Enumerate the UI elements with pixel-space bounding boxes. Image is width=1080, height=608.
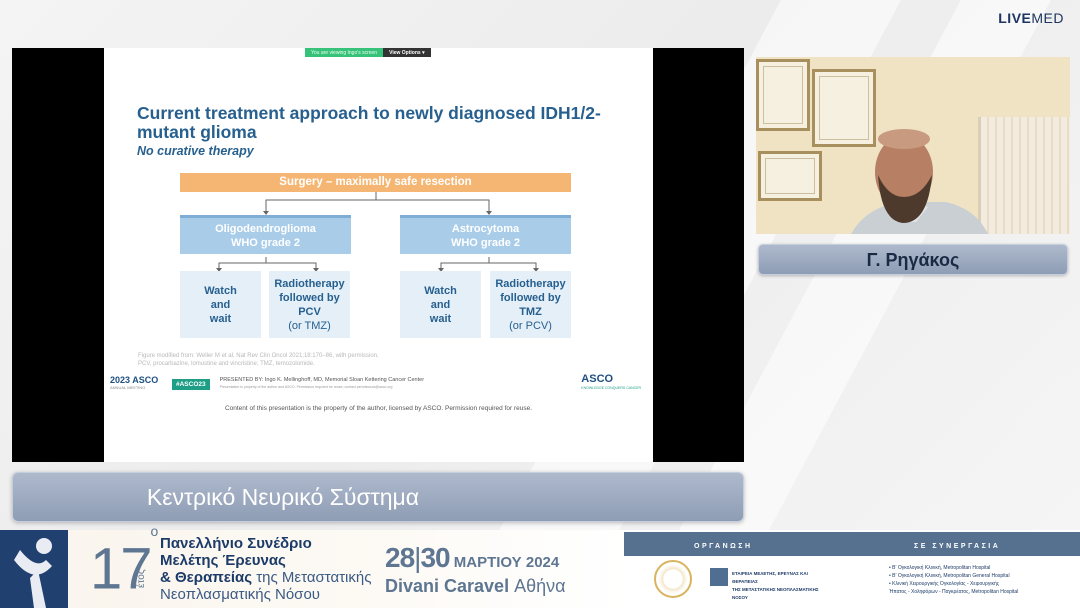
organizer-society-logo bbox=[710, 568, 728, 586]
presenter-credit: PRESENTED BY: Ingo K. Mellinghoff, MD, M… bbox=[219, 377, 425, 389]
slide-footnote: Figure modified from: Weller M et al. Na… bbox=[138, 353, 379, 367]
hashtag-badge: #ASCO23 bbox=[172, 378, 210, 390]
collaborators-list: • Β' Ογκολογική Κλινική, Metropolitan Ho… bbox=[889, 565, 1019, 595]
livemed-logo: LIVEMED bbox=[998, 10, 1064, 26]
presentation-slide: You are viewing Ingo's screen View Optio… bbox=[104, 48, 653, 462]
organizer-society-name: ΕΤΑΙΡΕΙΑ ΜΕΛΕΤΗΣ, ΕΡΕΥΝΑΣ ΚΑΙ ΘΕΡΑΠΕΙΑΣ Τ… bbox=[732, 571, 819, 600]
option-watch-wait-2: Watch and wait bbox=[400, 271, 481, 338]
option-watch-wait-1: Watch and wait bbox=[180, 271, 261, 338]
conference-logo-icon bbox=[0, 530, 68, 608]
speaker-name-plate: Γ. Ρηγάκος bbox=[758, 244, 1068, 275]
speaker-webcam bbox=[756, 57, 1070, 234]
shared-slide-video: You are viewing Ingo's screen View Optio… bbox=[12, 48, 744, 462]
collaboration-label: ΣΕ ΣΥΝΕΡΓΑΣΙΑ bbox=[914, 543, 1001, 550]
conference-venue: Divani Caravel Αθήνα bbox=[385, 576, 566, 596]
copyright-notice: Content of this presentation is the prop… bbox=[224, 405, 533, 412]
asco-annual-meeting-logo: 2023 ASCO ANNUAL MEETING bbox=[110, 375, 159, 391]
option-radiotherapy-pcv: Radiotherapy followed by PCV (or TMZ) bbox=[269, 271, 350, 338]
edition-year-label: έτος bbox=[136, 569, 147, 588]
slide-footer: 2023 ASCO ANNUAL MEETING #ASCO23 PRESENTE… bbox=[110, 374, 647, 394]
option-radiotherapy-tmz: Radiotherapy followed by TMZ (or PCV) bbox=[490, 271, 571, 338]
organizer-seal-logo bbox=[654, 560, 692, 598]
organization-label: ΟΡΓΑΝΩΣΗ bbox=[694, 543, 753, 550]
sponsors-header-bar bbox=[624, 532, 1080, 556]
conference-banner: 17ο έτος Πανελλήνιο Συνέδριο Μελέτης Έρε… bbox=[0, 523, 1080, 608]
surgery-box: Surgery – maximally safe resection bbox=[180, 173, 571, 192]
conference-info: 17ο έτος Πανελλήνιο Συνέδριο Μελέτης Έρε… bbox=[0, 523, 626, 608]
oligodendroglioma-box: Oligodendroglioma WHO grade 2 bbox=[180, 215, 351, 254]
astrocytoma-box: Astrocytoma WHO grade 2 bbox=[400, 215, 571, 254]
edition-number: 17ο bbox=[90, 523, 158, 602]
conference-dates: 28|30 ΜΑΡΤΙΟΥ 2024 bbox=[385, 542, 560, 573]
flowchart-connectors bbox=[216, 192, 539, 272]
asco-logo: ASCO KNOWLEDGE CONQUERS CANCER bbox=[581, 373, 641, 391]
speaker-figure bbox=[851, 129, 988, 234]
conference-title: Πανελλήνιο Συνέδριο Μελέτης Έρευνας & Θε… bbox=[160, 535, 372, 603]
session-topic-banner: Κεντρικό Νευρικό Σύστημα bbox=[12, 472, 744, 522]
sponsors-section: ΟΡΓΑΝΩΣΗ ΣΕ ΣΥΝΕΡΓΑΣΙΑ ΕΤΑΙΡΕΙΑ ΜΕΛΕΤΗΣ,… bbox=[624, 530, 1080, 608]
